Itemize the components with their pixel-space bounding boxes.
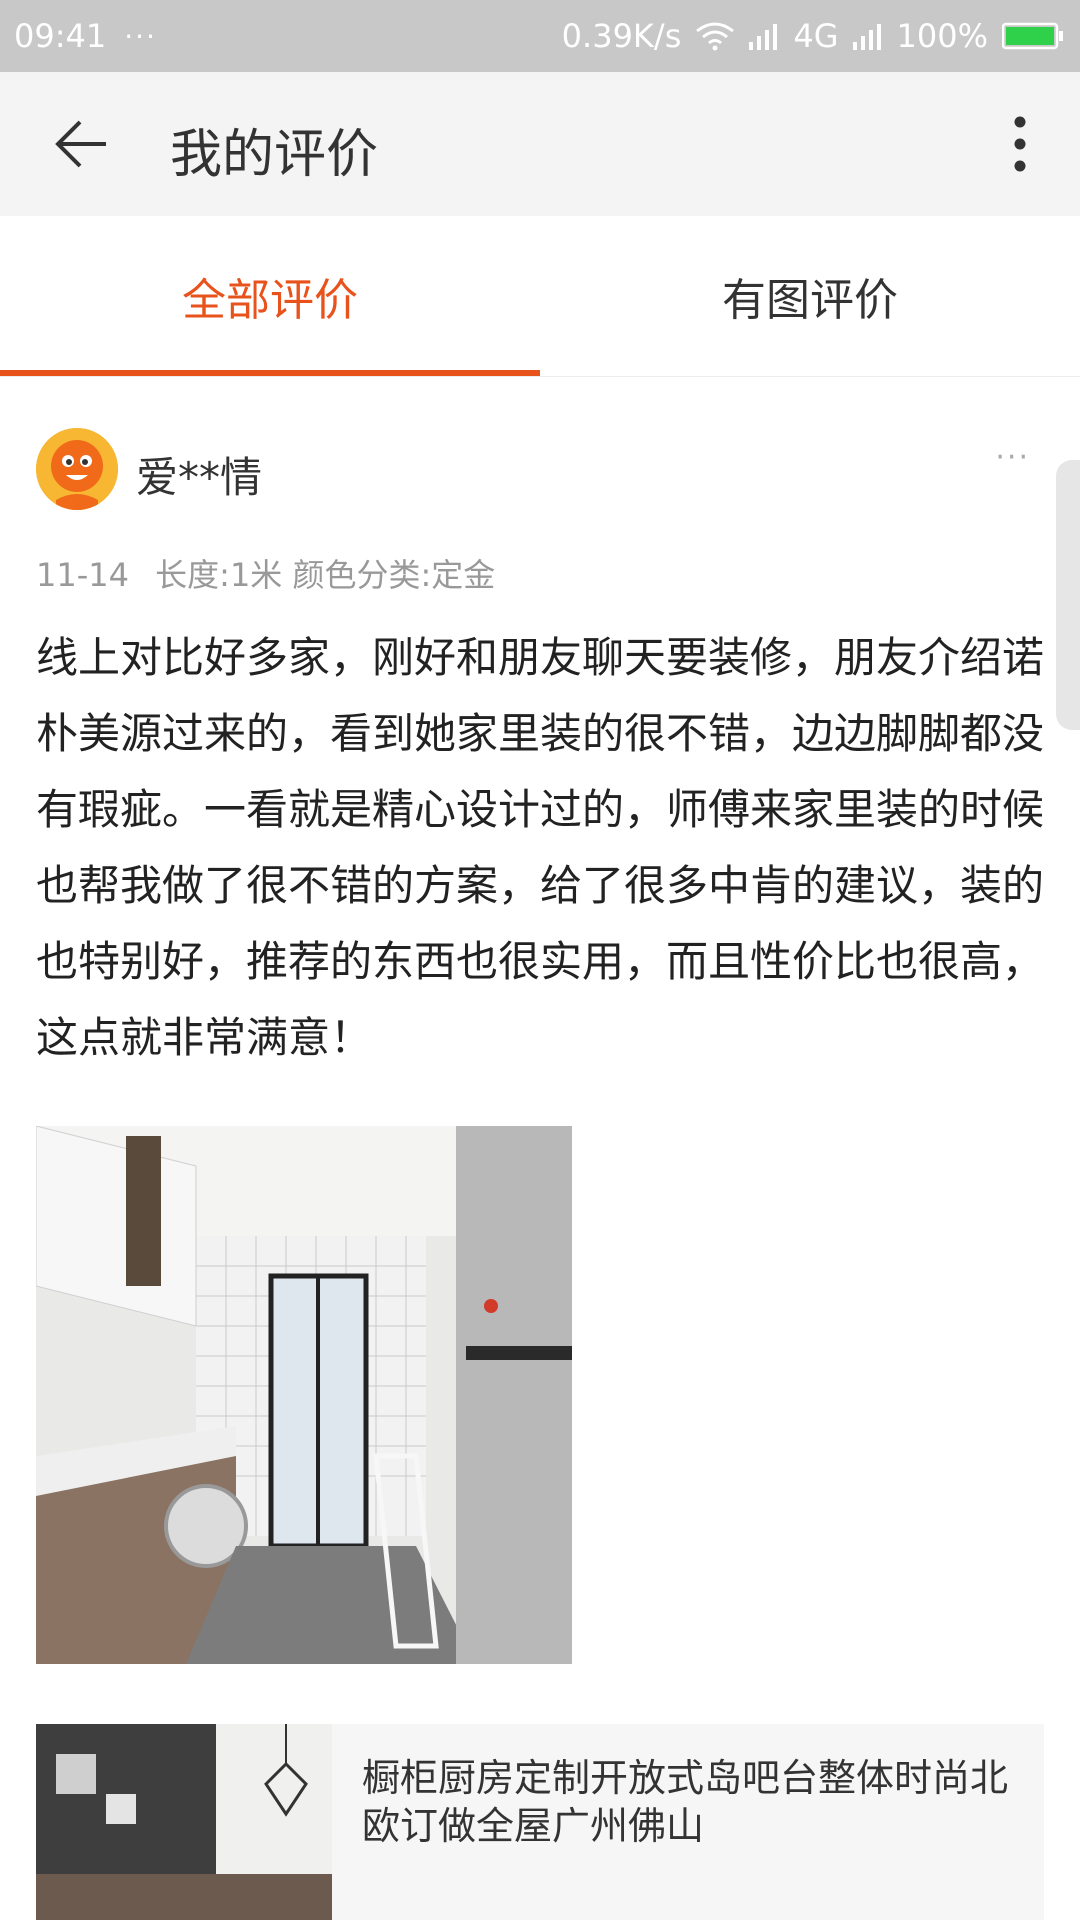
edge-scroll-handle[interactable] bbox=[1056, 460, 1080, 730]
review-date: 11-14 bbox=[36, 556, 129, 594]
product-card[interactable]: 橱柜厨房定制开放式岛吧台整体时尚北欧订做全屋广州佛山 bbox=[36, 1724, 1044, 1920]
tab-all-reviews[interactable]: 全部评价 bbox=[0, 216, 540, 376]
status-bar-right: 0.39K/s 4G 100% bbox=[562, 0, 1066, 72]
status-time: 09:41 bbox=[14, 17, 107, 55]
status-bar-left: 09:41 ··· bbox=[14, 0, 157, 72]
review-user-name: 爱**情 bbox=[136, 453, 263, 502]
review-photo[interactable] bbox=[36, 1126, 572, 1664]
net-speed: 0.39K/s bbox=[561, 17, 682, 55]
battery-percent: 100% bbox=[896, 17, 988, 55]
battery-icon bbox=[1002, 21, 1066, 51]
app-bar: 我的评价 bbox=[0, 72, 1080, 216]
status-bar: 09:41 ··· 0.39K/s 4G 100% bbox=[0, 0, 1080, 72]
product-thumbnail bbox=[36, 1724, 332, 1920]
tab-indicator bbox=[0, 370, 540, 376]
network-type: 4G bbox=[793, 17, 839, 55]
review-spec: 长度:1米 颜色分类:定金 bbox=[155, 556, 496, 594]
product-title: 橱柜厨房定制开放式岛吧台整体时尚北欧订做全屋广州佛山 bbox=[362, 1756, 1009, 1848]
wifi-icon bbox=[695, 21, 735, 51]
more-vertical-icon[interactable] bbox=[1000, 112, 1040, 176]
avatar[interactable] bbox=[36, 428, 118, 510]
review-tabs: 全部评价 有图评价 bbox=[0, 216, 1080, 377]
review-more-icon[interactable]: ··· bbox=[995, 440, 1030, 475]
signal-icon bbox=[749, 22, 779, 50]
back-arrow-icon[interactable] bbox=[50, 116, 114, 172]
tab-photo-reviews[interactable]: 有图评价 bbox=[540, 216, 1080, 376]
signal-icon-2 bbox=[852, 22, 883, 50]
notification-dots: ··· bbox=[124, 19, 157, 53]
review-meta: 11-14 长度:1米 颜色分类:定金 bbox=[36, 550, 511, 596]
review-text: 线上对比好多家，刚好和朋友聊天要装修，朋友介绍诺朴美源过来的，看到她家里装的很不… bbox=[36, 633, 1045, 1062]
page-title: 我的评价 bbox=[170, 125, 379, 185]
